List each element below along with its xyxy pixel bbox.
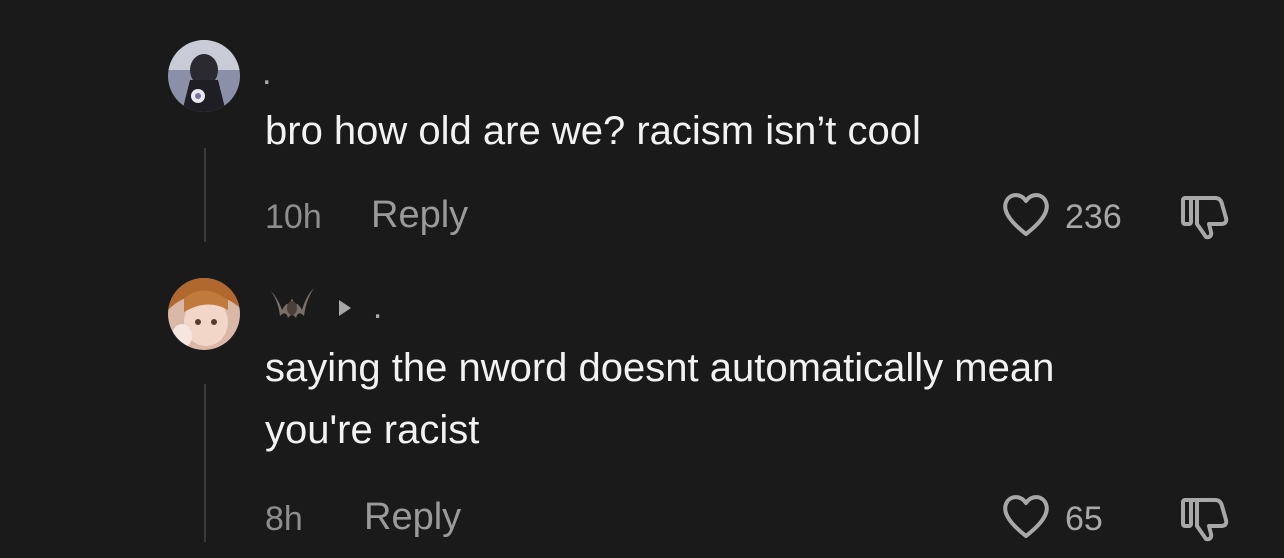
avatar[interactable] (168, 278, 240, 350)
dislike-button[interactable] (1177, 494, 1233, 547)
dislike-button[interactable] (1177, 192, 1233, 245)
thumbs-down-outline-icon (1181, 196, 1229, 240)
timestamp: 10h (265, 198, 322, 236)
bat-emoji-icon (268, 282, 316, 332)
avatar[interactable] (168, 40, 240, 112)
like-button[interactable] (1000, 190, 1052, 238)
heart-outline-icon (1003, 193, 1049, 236)
thread-line (204, 384, 206, 542)
comment-text: saying the nword doesnt automatically me… (265, 346, 1055, 452)
comment-actions: 8h Reply 65 (265, 492, 1245, 542)
avatar-dark-figure-icon (168, 40, 240, 112)
play-triangle-icon (337, 290, 353, 324)
thumbs-down-outline-icon (1181, 498, 1229, 542)
comment-actions: 10h Reply 236 (265, 190, 1245, 240)
reply-button[interactable]: Reply (371, 194, 468, 237)
avatar-anime-character-icon (168, 278, 240, 350)
like-count: 236 (1065, 198, 1122, 236)
heart-outline-icon (1003, 495, 1049, 538)
username[interactable]: . (373, 288, 382, 326)
reply-button[interactable]: Reply (364, 496, 461, 539)
comment-text: bro how old are we? racism isn’t cool (265, 109, 921, 153)
thread-line (204, 148, 206, 242)
like-button[interactable] (1000, 492, 1052, 540)
username[interactable]: . (262, 56, 271, 90)
partial-chevron-icon (1166, 0, 1226, 11)
username-row[interactable]: . (268, 282, 382, 332)
like-count: 65 (1065, 500, 1103, 538)
timestamp: 8h (265, 500, 303, 538)
